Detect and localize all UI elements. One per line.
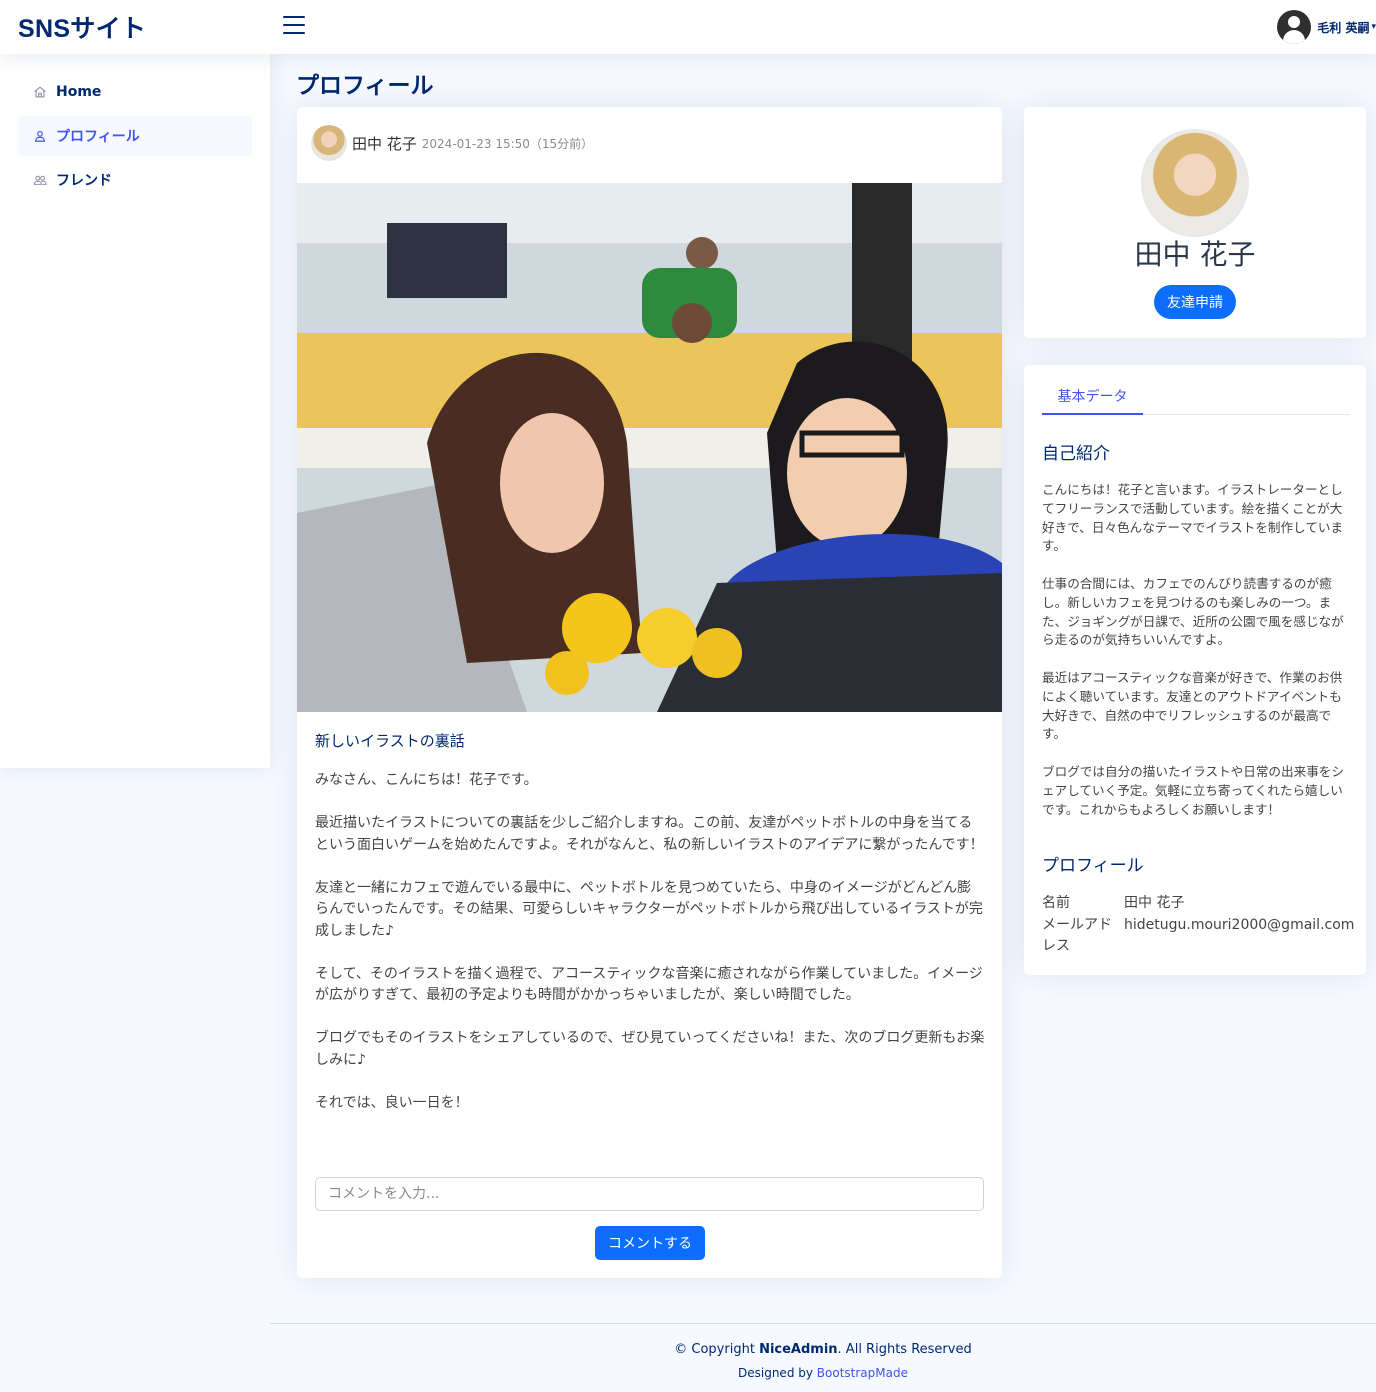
profile-avatar xyxy=(1141,129,1249,237)
copyright-suffix: . All Rights Reserved xyxy=(837,1342,972,1357)
footer-copyright: © Copyright NiceAdmin. All Rights Reserv… xyxy=(270,1342,1376,1357)
page-title: プロフィール xyxy=(296,73,434,99)
bio-title: 自己紹介 xyxy=(1042,444,1110,464)
post-paragraph: ブログでもそのイラストをシェアしているので、ぜひ見ていってくださいね！また、次の… xyxy=(315,1030,985,1068)
sidebar-item-label: Home xyxy=(56,84,102,100)
name-value: 田中 花子 xyxy=(1124,895,1185,911)
brand-name: NiceAdmin xyxy=(759,1342,838,1357)
post-title: 新しいイラストの裏話 xyxy=(315,732,465,750)
post-body: みなさん、こんにちは！花子です。 最近描いたイラストについての裏話を少しご紹介し… xyxy=(315,770,985,1136)
friend-request-button[interactable]: 友達申請 xyxy=(1154,285,1236,319)
tab-basic-data[interactable]: 基本データ xyxy=(1042,383,1143,415)
name-label: 名前 xyxy=(1042,895,1070,911)
sidebar-item-label: プロフィール xyxy=(56,129,140,145)
top-header: SNSサイト 毛利 英嗣 ▾ xyxy=(0,0,1376,54)
user-avatar-icon xyxy=(1277,10,1312,44)
profile-details-card: 基本データ 自己紹介 こんにちは！花子と言います。イラストレーターとしてフリーラ… xyxy=(1024,365,1366,975)
comment-input[interactable] xyxy=(315,1177,984,1211)
designed-by-label: Designed by xyxy=(738,1366,817,1380)
post-paragraph: みなさん、こんにちは！花子です。 xyxy=(315,772,538,788)
copyright-prefix: © Copyright xyxy=(674,1342,760,1357)
sidebar-item-home[interactable]: Home xyxy=(18,72,252,112)
post-card: 田中 花子 2024-01-23 15:50（15分前） 新しいイラストの裏話 … xyxy=(297,107,1002,1278)
comment-submit-button[interactable]: コメントする xyxy=(595,1226,705,1260)
bio-paragraph: ブログでは自分の描いたイラストや日常の出来事をシェアしていく予定。気軽に立ち寄っ… xyxy=(1042,763,1344,817)
bio-text: こんにちは！花子と言います。イラストレーターとしてフリーランスで活動しています。… xyxy=(1042,481,1350,838)
post-paragraph: そして、そのイラストを描く過程で、アコースティックな音楽に癒されながら作業してい… xyxy=(315,965,983,1004)
post-header: 田中 花子 2024-01-23 15:50（15分前） xyxy=(311,125,593,161)
chevron-down-icon: ▾ xyxy=(1371,22,1376,32)
designer-link[interactable]: BootstrapMade xyxy=(817,1366,908,1380)
people-icon xyxy=(32,172,48,188)
author-avatar[interactable] xyxy=(311,125,347,161)
post-date: 2024-01-23 15:50（15分前） xyxy=(421,136,594,151)
person-icon xyxy=(32,128,48,144)
bio-paragraph: 最近はアコースティックな音楽が好きで、作業のお供によく聴いています。友達とのアウ… xyxy=(1042,669,1343,742)
bio-paragraph: こんにちは！花子と言います。イラストレーターとしてフリーランスで活動しています。… xyxy=(1042,482,1344,554)
user-menu[interactable]: 毛利 英嗣 ▾ xyxy=(1277,10,1376,44)
footer: © Copyright NiceAdmin. All Rights Reserv… xyxy=(270,1323,1376,1392)
profile-section-title: プロフィール xyxy=(1042,856,1144,876)
email-value[interactable]: hidetugu.mouri2000@gmail.com xyxy=(1124,915,1354,936)
user-name: 毛利 英嗣 xyxy=(1317,20,1370,35)
office-photo xyxy=(297,183,1002,712)
footer-credit: Designed by BootstrapMade xyxy=(270,1366,1376,1380)
tab-bar: 基本データ xyxy=(1042,383,1350,415)
post-image xyxy=(297,183,1002,712)
site-logo[interactable]: SNSサイト xyxy=(18,9,146,45)
post-author[interactable]: 田中 花子 xyxy=(352,133,417,154)
profile-name: 田中 花子 xyxy=(1134,238,1256,271)
post-paragraph: それでは、良い一日を！ xyxy=(315,1094,469,1111)
profile-card: 田中 花子 友達申請 xyxy=(1024,107,1366,338)
sidebar: Home プロフィール フレンド xyxy=(0,54,270,768)
sidebar-item-label: フレンド xyxy=(56,173,112,189)
sidebar-item-friends[interactable]: フレンド xyxy=(18,160,252,200)
house-icon xyxy=(32,84,48,100)
bio-paragraph: 仕事の合間には、カフェでのんびり読書するのが癒し。新しいカフェを見つけるのも楽し… xyxy=(1042,575,1344,648)
sidebar-item-profile[interactable]: プロフィール xyxy=(18,116,252,156)
post-paragraph: 友達と一緒にカフェで遊んでいる最中に、ペットボトルを見つめていたら、中身のイメー… xyxy=(315,879,983,939)
hamburger-menu-icon[interactable] xyxy=(283,16,305,38)
post-paragraph: 最近描いたイラストについての裏話を少しご紹介しますね。この前、友達がペットボトル… xyxy=(315,815,984,853)
email-label: メールアドレス xyxy=(1042,917,1112,954)
